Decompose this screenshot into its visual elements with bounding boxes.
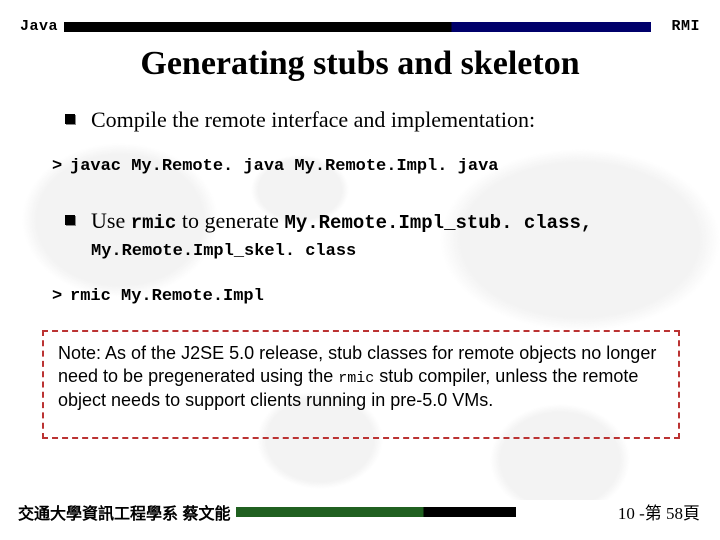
bullet-2-cmd: rmic (131, 212, 177, 234)
header-right: RMI (671, 18, 700, 35)
command-1: >javac My.Remote. java My.Remote.Impl. j… (52, 157, 700, 176)
command-1-text: javac My.Remote. java My.Remote.Impl. ja… (70, 157, 498, 176)
prompt-icon: > (52, 157, 70, 176)
command-2: >rmic My.Remote.Impl (52, 287, 700, 306)
note-box: Note: As of the J2SE 5.0 release, stub c… (42, 330, 680, 439)
bullet-2-mid: to generate (176, 208, 284, 233)
prompt-icon: > (52, 287, 70, 306)
bullet-icon (65, 215, 75, 225)
bullet-2-code1: My.Remote.Impl_stub. class, (284, 212, 592, 234)
header-rule (64, 22, 651, 32)
bullet-2: Use rmic to generate My.Remote.Impl_stub… (65, 206, 700, 237)
bullet-2-pre: Use (91, 208, 131, 233)
slide-title: Generating stubs and skeleton (20, 45, 700, 83)
header-left: Java (20, 18, 58, 35)
bullet-icon (65, 114, 75, 124)
bullet-1-text: Compile the remote interface and impleme… (91, 105, 535, 135)
note-rmic: rmic (338, 370, 374, 387)
command-2-text: rmic My.Remote.Impl (70, 287, 264, 306)
bullet-1: Compile the remote interface and impleme… (65, 105, 700, 135)
header-bar: Java RMI (20, 18, 700, 35)
slide-content: Java RMI Generating stubs and skeleton C… (0, 0, 720, 540)
bullet-2-text: Use rmic to generate My.Remote.Impl_stub… (91, 206, 592, 237)
bullet-2-code2: My.Remote.Impl_skel. class (91, 242, 700, 261)
